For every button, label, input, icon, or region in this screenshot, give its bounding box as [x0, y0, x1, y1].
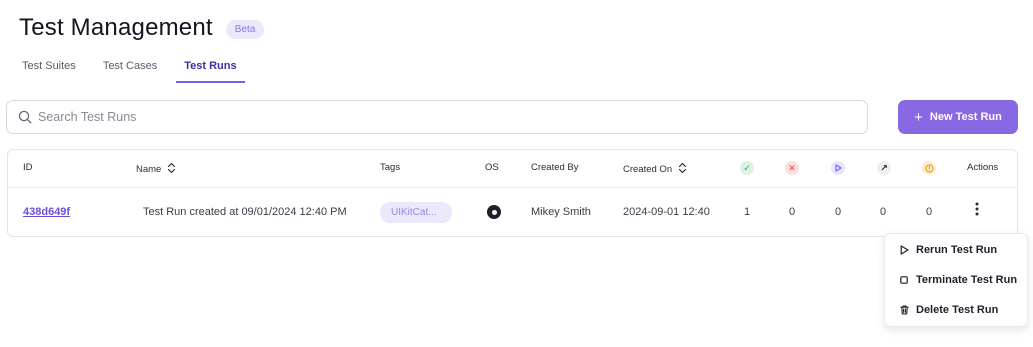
macos-icon: [487, 205, 501, 219]
sort-icon[interactable]: [167, 162, 176, 177]
header-name[interactable]: Name: [136, 162, 176, 177]
terminate-test-run-item[interactable]: Terminate Test Run: [898, 274, 1017, 286]
tab-test-suites[interactable]: Test Suites: [22, 60, 76, 83]
failed-count: 0: [789, 206, 796, 218]
terminate-label: Terminate Test Run: [916, 274, 1018, 286]
header-skipped: ↗: [877, 161, 891, 175]
run-id-link[interactable]: 438d649f: [23, 206, 70, 218]
rerun-label: Rerun Test Run: [916, 244, 998, 256]
header-id: ID: [23, 162, 33, 173]
created-by: Mikey Smith: [531, 206, 591, 218]
sort-icon[interactable]: [678, 162, 687, 177]
stop-icon: [898, 276, 910, 284]
beta-badge: Beta: [225, 19, 265, 39]
header-name-label: Name: [136, 164, 162, 175]
play-icon: [898, 245, 910, 255]
new-test-run-label: New Test Run: [929, 111, 1002, 123]
running-icon: [831, 161, 845, 175]
page-title: Test Management: [19, 14, 213, 41]
actions-menu: Rerun Test Run Terminate Test Run Delete…: [884, 233, 1028, 327]
tab-test-cases[interactable]: Test Cases: [103, 60, 157, 83]
delete-label: Delete Test Run: [916, 304, 999, 316]
search-box[interactable]: [6, 100, 868, 134]
plus-icon: +: [914, 108, 923, 126]
run-id-cell: 438d649f: [23, 206, 70, 218]
header-running: [831, 161, 845, 175]
header-created-by: Created By: [531, 162, 579, 173]
failed-icon: ✕: [785, 161, 799, 175]
header-failed: ✕: [785, 161, 799, 175]
header-created-on-label: Created On: [623, 164, 673, 175]
delete-test-run-item[interactable]: Delete Test Run: [898, 304, 998, 316]
run-name: Test Run created at 09/01/2024 12:40 PM: [143, 206, 347, 218]
header-created-on[interactable]: Created On: [623, 162, 687, 177]
header-passed: ✓: [740, 161, 754, 175]
created-on: 2024-09-01 12:40: [623, 206, 710, 218]
skipped-icon: ↗: [877, 161, 891, 175]
header-os: OS: [485, 162, 499, 173]
passed-count: 1: [744, 206, 751, 218]
pending-icon: [922, 161, 936, 175]
test-runs-table: ID Name Tags OS Created By Created On ✓ …: [7, 149, 1018, 237]
header-actions: Actions: [967, 162, 999, 173]
search-icon: [18, 110, 32, 124]
title-row: Test Management Beta: [19, 14, 265, 42]
tab-test-runs[interactable]: Test Runs: [176, 60, 245, 83]
new-test-run-button[interactable]: + New Test Run: [898, 100, 1018, 134]
search-input[interactable]: [38, 110, 818, 124]
skipped-count: 0: [880, 206, 887, 218]
header-pending: [922, 161, 936, 175]
table-row[interactable]: 438d649f Test Run created at 09/01/2024 …: [8, 188, 1017, 237]
more-actions-icon[interactable]: [975, 202, 979, 220]
tab-bar: Test Suites Test Cases Test Runs: [22, 60, 272, 83]
trash-icon: [898, 305, 910, 315]
passed-icon: ✓: [740, 161, 754, 175]
header-tags: Tags: [380, 162, 401, 173]
tag-chip[interactable]: UIKitCat...: [380, 202, 452, 223]
rerun-test-run-item[interactable]: Rerun Test Run: [898, 244, 997, 256]
running-count: 0: [835, 206, 842, 218]
table-header: ID Name Tags OS Created By Created On ✓ …: [8, 150, 1017, 188]
pending-count: 0: [926, 206, 933, 218]
